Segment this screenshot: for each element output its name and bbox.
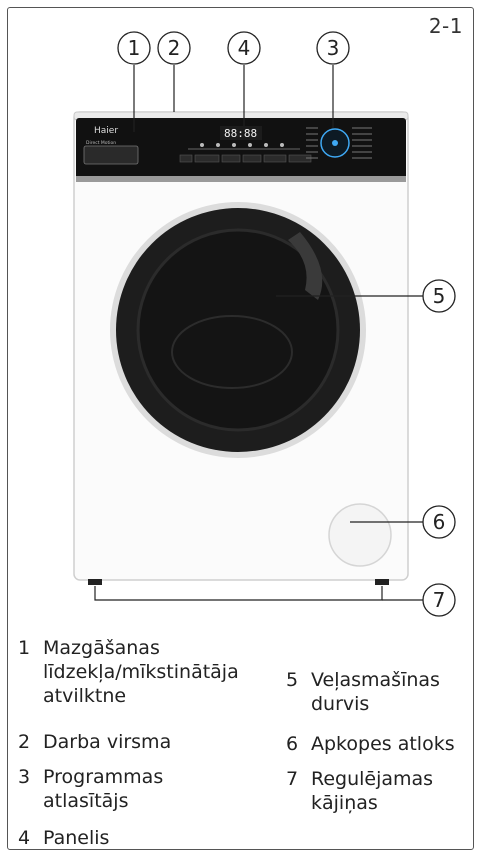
washing-machine-figure: Haier Direct Motion 88:88 1 2 3 4 5 6 7: [73, 31, 456, 617]
legend-item-4: 4 Panelis: [18, 827, 110, 849]
callout-2: 2: [168, 36, 181, 60]
callout-6: 6: [433, 510, 446, 534]
panel-chrome-strip: [76, 176, 406, 182]
legend-item-7: 7 Regulējamas kājiņas: [286, 768, 434, 814]
foot-left: [88, 579, 102, 585]
callout-4: 4: [238, 36, 251, 60]
legend-item-2: 2 Darba virsma: [18, 731, 172, 753]
callout-7: 7: [433, 588, 446, 612]
callout-3: 3: [327, 36, 340, 60]
callout-1: 1: [128, 36, 141, 60]
foot-right: [375, 579, 389, 585]
function-buttons: [179, 154, 312, 163]
legend-item-5: 5 Veļasmašīnas durvis: [286, 669, 440, 715]
brand-logo: Haier: [94, 126, 118, 136]
legend-item-6: 6 Apkopes atloks: [286, 733, 455, 755]
service-flap: [328, 503, 392, 567]
legend-item-3: 3 Programmas atlasītājs: [18, 766, 164, 812]
detergent-drawer: [83, 145, 139, 165]
drawer-label: Direct Motion: [86, 140, 116, 146]
callout-5: 5: [433, 284, 446, 308]
display-digits: 88:88: [224, 127, 257, 140]
legend-item-1: 1 Mazgāšanas līdzekļa/mīkstinātāja atvilk…: [18, 637, 239, 707]
